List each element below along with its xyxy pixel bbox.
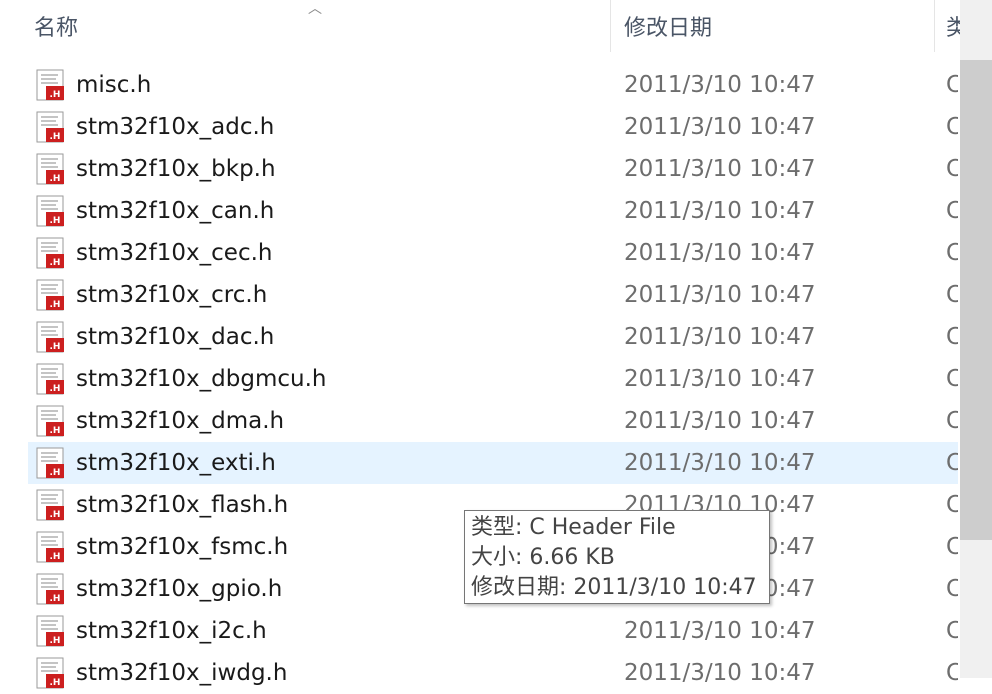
- column-header-name-label: 名称: [34, 16, 79, 41]
- file-date-modified: 2011/3/10 10:47: [624, 198, 816, 224]
- file-name: stm32f10x_fsmc.h: [76, 534, 289, 560]
- column-header-type[interactable]: 类: [946, 0, 960, 52]
- file-date-modified: 2011/3/10 10:47: [624, 72, 816, 98]
- file-date-modified: 2011/3/10 10:47: [624, 660, 816, 686]
- svg-text:.H: .H: [50, 636, 61, 646]
- file-type: C: [946, 240, 958, 266]
- file-type: C: [946, 408, 958, 434]
- svg-text:.H: .H: [50, 342, 61, 352]
- c-header-file-icon: .H: [36, 195, 66, 227]
- tooltip-type: 类型: C Header File: [471, 515, 676, 540]
- svg-text:.H: .H: [50, 132, 61, 142]
- file-row[interactable]: .H stm32f10x_dac.h 2011/3/10 10:47 C: [28, 316, 958, 358]
- svg-text:.H: .H: [50, 426, 61, 436]
- file-type: C: [946, 198, 958, 224]
- file-row[interactable]: .H stm32f10x_cec.h 2011/3/10 10:47 C: [28, 232, 958, 274]
- column-header-bar: 名称 ︿ 修改日期 类: [0, 0, 960, 52]
- scrollbar-thumb[interactable]: [960, 60, 992, 540]
- file-name: stm32f10x_gpio.h: [76, 576, 283, 602]
- svg-text:.H: .H: [50, 510, 61, 520]
- file-info-tooltip: 类型: C Header File 大小: 6.66 KB 修改日期: 2011…: [464, 510, 770, 604]
- c-header-file-icon: .H: [36, 657, 66, 689]
- file-row[interactable]: .H misc.h 2011/3/10 10:47 C: [28, 64, 958, 106]
- svg-text:.H: .H: [50, 594, 61, 604]
- file-row[interactable]: .H stm32f10x_crc.h 2011/3/10 10:47 C: [28, 274, 958, 316]
- c-header-file-icon: .H: [36, 321, 66, 353]
- svg-text:.H: .H: [50, 384, 61, 394]
- file-name: stm32f10x_flash.h: [76, 492, 289, 518]
- file-date-modified: 2011/3/10 10:47: [624, 156, 816, 182]
- sort-ascending-icon: ︿: [308, 1, 322, 17]
- svg-text:.H: .H: [50, 174, 61, 184]
- c-header-file-icon: .H: [36, 489, 66, 521]
- file-type: C: [946, 450, 958, 476]
- file-row[interactable]: .H stm32f10x_dma.h 2011/3/10 10:47 C: [28, 400, 958, 442]
- file-type: C: [946, 282, 958, 308]
- file-type: C: [946, 534, 958, 560]
- svg-text:.H: .H: [50, 552, 61, 562]
- c-header-file-icon: .H: [36, 111, 66, 143]
- file-row[interactable]: .H stm32f10x_can.h 2011/3/10 10:47 C: [28, 190, 958, 232]
- column-divider[interactable]: [610, 0, 611, 52]
- file-name: stm32f10x_exti.h: [76, 450, 276, 476]
- column-header-type-label: 类: [946, 16, 960, 41]
- svg-text:.H: .H: [50, 468, 61, 478]
- c-header-file-icon: .H: [36, 363, 66, 395]
- file-type: C: [946, 72, 958, 98]
- file-row[interactable]: .H stm32f10x_bkp.h 2011/3/10 10:47 C: [28, 148, 958, 190]
- column-header-date-label: 修改日期: [624, 16, 713, 41]
- c-header-file-icon: .H: [36, 531, 66, 563]
- file-type: C: [946, 324, 958, 350]
- file-date-modified: 2011/3/10 10:47: [624, 240, 816, 266]
- file-type: C: [946, 660, 958, 686]
- vertical-scrollbar[interactable]: [960, 0, 992, 678]
- file-name: stm32f10x_dbgmcu.h: [76, 366, 327, 392]
- file-type: C: [946, 156, 958, 182]
- file-name: misc.h: [76, 72, 152, 98]
- c-header-file-icon: .H: [36, 279, 66, 311]
- file-date-modified: 2011/3/10 10:47: [624, 366, 816, 392]
- file-row[interactable]: .H stm32f10x_adc.h 2011/3/10 10:47 C: [28, 106, 958, 148]
- file-row[interactable]: .H stm32f10x_dbgmcu.h 2011/3/10 10:47 C: [28, 358, 958, 400]
- c-header-file-icon: .H: [36, 237, 66, 269]
- file-type: C: [946, 114, 958, 140]
- file-name: stm32f10x_crc.h: [76, 282, 268, 308]
- file-date-modified: 2011/3/10 10:47: [624, 324, 816, 350]
- svg-text:.H: .H: [50, 300, 61, 310]
- file-name: stm32f10x_cec.h: [76, 240, 273, 266]
- file-type: C: [946, 576, 958, 602]
- file-date-modified: 2011/3/10 10:47: [624, 450, 816, 476]
- file-row[interactable]: .H stm32f10x_i2c.h 2011/3/10 10:47 C: [28, 610, 958, 652]
- column-divider[interactable]: [934, 0, 935, 52]
- c-header-file-icon: .H: [36, 573, 66, 605]
- svg-text:.H: .H: [50, 258, 61, 268]
- tooltip-size: 大小: 6.66 KB: [471, 545, 615, 570]
- c-header-file-icon: .H: [36, 447, 66, 479]
- tooltip-date-modified: 修改日期: 2011/3/10 10:47: [471, 575, 757, 600]
- file-date-modified: 2011/3/10 10:47: [624, 408, 816, 434]
- file-name: stm32f10x_dac.h: [76, 324, 275, 350]
- column-header-date-modified[interactable]: 修改日期: [624, 0, 924, 52]
- file-name: stm32f10x_bkp.h: [76, 156, 276, 182]
- c-header-file-icon: .H: [36, 153, 66, 185]
- file-date-modified: 2011/3/10 10:47: [624, 618, 816, 644]
- file-name: stm32f10x_can.h: [76, 198, 275, 224]
- svg-text:.H: .H: [50, 216, 61, 226]
- c-header-file-icon: .H: [36, 69, 66, 101]
- file-date-modified: 2011/3/10 10:47: [624, 282, 816, 308]
- c-header-file-icon: .H: [36, 615, 66, 647]
- file-type: C: [946, 492, 958, 518]
- svg-text:.H: .H: [50, 90, 61, 100]
- file-row[interactable]: .H stm32f10x_exti.h 2011/3/10 10:47 C: [28, 442, 958, 484]
- file-name: stm32f10x_dma.h: [76, 408, 285, 434]
- file-type: C: [946, 366, 958, 392]
- svg-text:.H: .H: [50, 678, 61, 688]
- file-name: stm32f10x_adc.h: [76, 114, 275, 140]
- file-type: C: [946, 618, 958, 644]
- c-header-file-icon: .H: [36, 405, 66, 437]
- file-row[interactable]: .H stm32f10x_iwdg.h 2011/3/10 10:47 C: [28, 652, 958, 694]
- file-name: stm32f10x_iwdg.h: [76, 660, 288, 686]
- file-date-modified: 2011/3/10 10:47: [624, 114, 816, 140]
- file-name: stm32f10x_i2c.h: [76, 618, 267, 644]
